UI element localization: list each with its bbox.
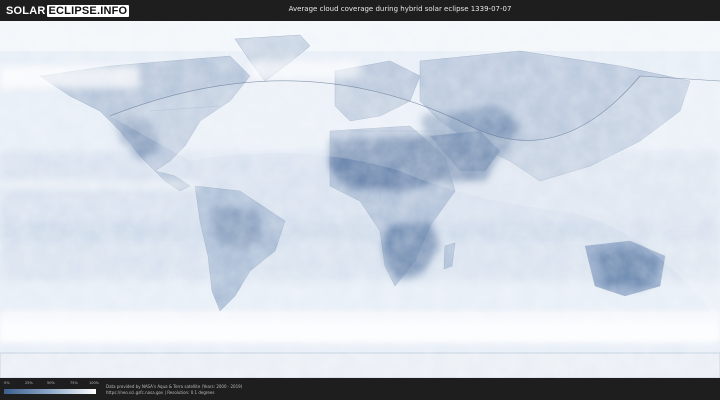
logo-text-eclipse-info: ECLIPSE.INFO xyxy=(46,4,130,17)
legend-tick: 25% xyxy=(25,381,33,385)
app-frame: SOLAR ECLIPSE.INFO Average cloud coverag… xyxy=(0,0,720,400)
legend-tick: 0% xyxy=(4,381,10,385)
legend-tick: 100% xyxy=(89,381,100,385)
data-credit: Data provided by NASA's Aqua & Terra sat… xyxy=(106,384,243,389)
site-logo[interactable]: SOLAR ECLIPSE.INFO xyxy=(6,3,130,18)
data-source-link[interactable]: https://neo.sci.gsfc.nasa.gov | Resoluti… xyxy=(106,390,214,395)
cloud-coverage-map xyxy=(0,21,720,378)
legend-color-bar xyxy=(4,389,96,394)
logo-text-solar: SOLAR xyxy=(6,4,46,17)
southern-storm-band xyxy=(0,321,720,343)
legend-ticks: 0% 25% 50% 75% 100% xyxy=(4,381,100,387)
page-title: Average cloud coverage during hybrid sol… xyxy=(288,5,512,13)
north-atlantic-storm-band xyxy=(250,61,360,79)
header-bar: SOLAR ECLIPSE.INFO Average cloud coverag… xyxy=(0,0,720,21)
legend-tick: 50% xyxy=(47,381,55,385)
legend-tick: 75% xyxy=(70,381,78,385)
north-pacific-storm-band xyxy=(0,66,140,88)
footer-bar: 0% 25% 50% 75% 100% Data provided by NAS… xyxy=(0,378,720,400)
itcz-pacific-band xyxy=(0,181,200,189)
